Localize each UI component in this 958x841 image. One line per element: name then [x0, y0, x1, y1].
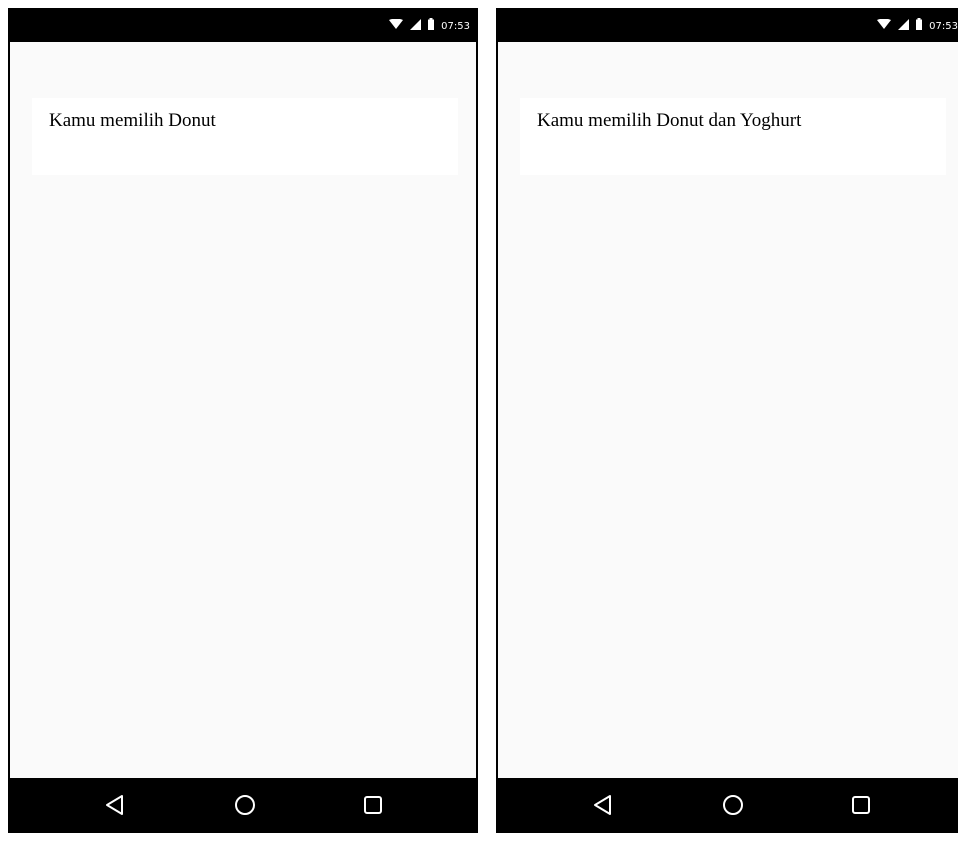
wifi-icon — [389, 17, 404, 35]
back-button[interactable] — [590, 792, 616, 818]
back-icon — [594, 795, 611, 815]
selection-message: Kamu memilih Donut dan Yoghurt — [537, 110, 802, 131]
message-card: Kamu memilih Donut dan Yoghurt — [520, 98, 946, 175]
home-icon — [723, 795, 743, 815]
message-card: Kamu memilih Donut — [32, 98, 458, 175]
home-icon — [235, 795, 255, 815]
navigation-bar — [498, 778, 958, 831]
recents-button[interactable] — [360, 792, 386, 818]
home-button[interactable] — [232, 792, 258, 818]
battery-icon — [916, 17, 923, 35]
status-icons: 07:53 — [389, 10, 470, 42]
navigation-bar — [10, 778, 476, 831]
status-icons: 07:53 — [877, 10, 958, 42]
status-time: 07:53 — [441, 20, 470, 32]
battery-icon — [428, 17, 435, 35]
recents-button[interactable] — [848, 792, 874, 818]
selection-message: Kamu memilih Donut — [49, 110, 216, 131]
status-time: 07:53 — [929, 20, 958, 32]
wifi-icon — [877, 17, 892, 35]
home-button[interactable] — [720, 792, 746, 818]
back-button[interactable] — [102, 792, 128, 818]
phone-screen-right: 07:53 Kamu memilih Donut dan Yoghurt — [496, 8, 958, 833]
recents-icon — [852, 796, 870, 814]
back-icon — [106, 795, 123, 815]
status-bar: 07:53 — [10, 10, 476, 42]
recents-icon — [364, 796, 382, 814]
signal-icon — [898, 17, 910, 35]
signal-icon — [410, 17, 422, 35]
phone-screen-left: 07:53 Kamu memilih Donut — [8, 8, 478, 833]
status-bar: 07:53 — [498, 10, 958, 42]
